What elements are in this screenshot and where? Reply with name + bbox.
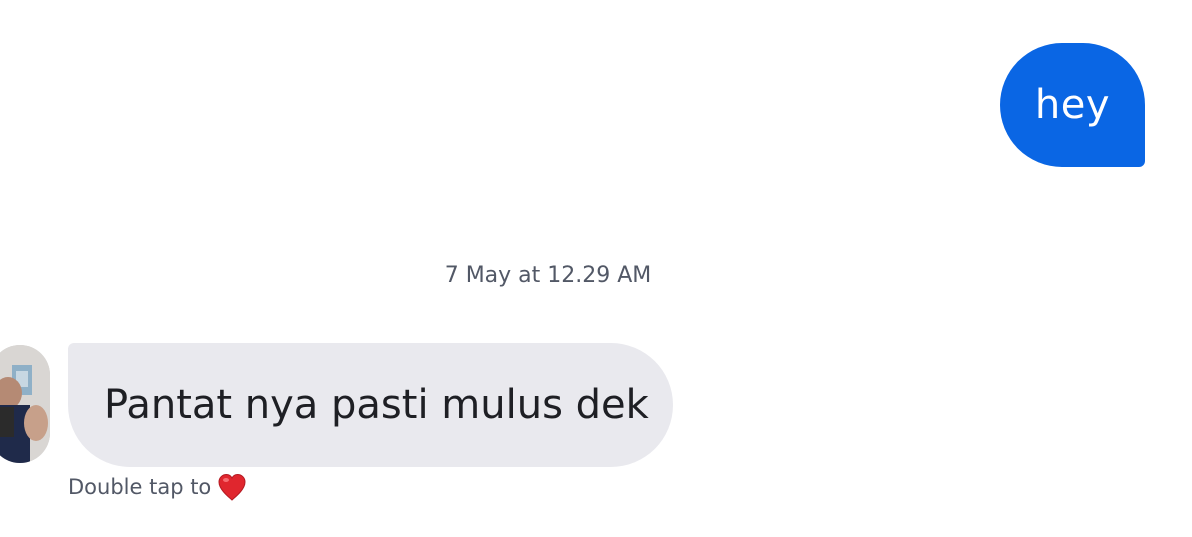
received-message-text: Pantat nya pasti mulus dek [104,382,649,428]
avatar-photo [0,345,50,463]
heart-icon[interactable] [217,473,247,501]
sent-message-text: hey [1034,82,1111,128]
double-tap-hint: Double tap to [68,473,247,501]
sent-message-bubble[interactable]: hey [1000,43,1145,167]
received-message-bubble[interactable]: Pantat nya pasti mulus dek [68,343,673,467]
double-tap-hint-text: Double tap to [68,475,212,499]
avatar[interactable] [0,345,50,463]
message-timestamp: 7 May at 12.29 AM [444,263,652,288]
